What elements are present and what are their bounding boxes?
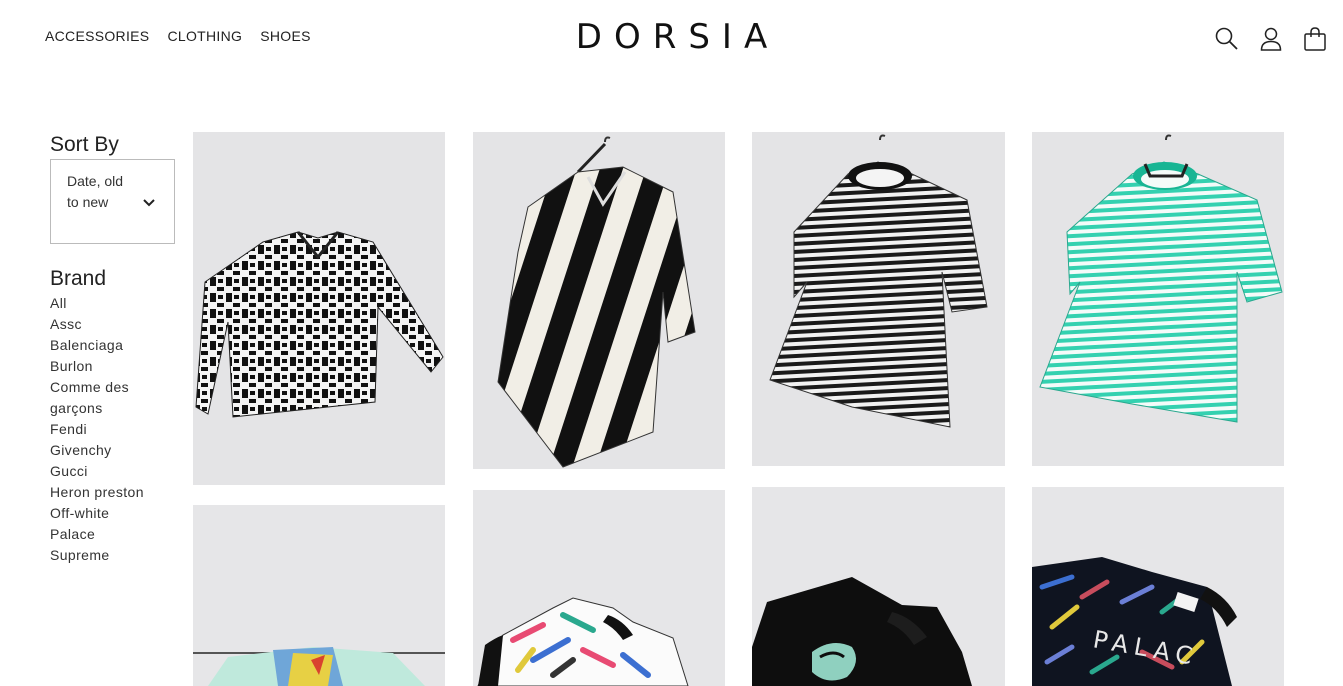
site-logo[interactable]: DORSIA (0, 17, 1343, 57)
brand-item[interactable]: Palace (50, 524, 150, 545)
header-icons (1213, 25, 1329, 53)
product-image (193, 505, 445, 686)
product-image (1039, 134, 1283, 423)
brand-item[interactable]: Gucci (50, 461, 150, 482)
brand-item[interactable]: Assc (50, 314, 150, 335)
brand-item[interactable]: Fendi (50, 419, 150, 440)
sort-title: Sort By (50, 133, 119, 156)
sort-select[interactable]: Date, old to new (50, 159, 175, 244)
product-image (752, 487, 1005, 686)
product-image (195, 231, 444, 418)
brand-item[interactable]: Heron preston (50, 482, 150, 503)
product-card-striped-shirt[interactable] (473, 132, 725, 469)
brand-item[interactable]: Burlon (50, 356, 150, 377)
product-card-brush-print-tee[interactable] (473, 490, 725, 686)
product-card-palace-print-tee[interactable]: PALAC (1032, 487, 1284, 686)
product-card-mint-graphic-tee[interactable] (193, 505, 445, 686)
product-card-black-striped-tee[interactable] (752, 132, 1005, 466)
brand-item[interactable]: Givenchy (50, 440, 150, 461)
brand-item[interactable]: Supreme (50, 545, 150, 566)
filter-sidebar: Sort By Date, old to new Brand All Assc … (50, 133, 180, 566)
search-icon[interactable] (1213, 25, 1241, 53)
brand-item[interactable]: All (50, 293, 150, 314)
product-card-teal-striped-tee[interactable] (1032, 132, 1284, 466)
brand-item[interactable]: Off-white (50, 503, 150, 524)
product-image: PALAC (1032, 487, 1284, 686)
product-card-black-graphic-tee[interactable] (752, 487, 1005, 686)
product-card-patterned-jacket[interactable] (193, 132, 445, 485)
account-icon[interactable] (1257, 25, 1285, 53)
sort-value: Date, old to new (67, 173, 124, 210)
brand-list: All Assc Balenciaga Burlon Comme des gar… (50, 293, 180, 566)
product-image (497, 136, 696, 468)
product-image (473, 490, 725, 686)
brand-item[interactable]: Comme des garçons (50, 377, 150, 419)
chevron-down-icon (142, 195, 156, 213)
product-image (769, 134, 988, 428)
bag-icon[interactable] (1301, 25, 1329, 53)
brand-item[interactable]: Balenciaga (50, 335, 150, 356)
brand-title: Brand (50, 267, 107, 290)
